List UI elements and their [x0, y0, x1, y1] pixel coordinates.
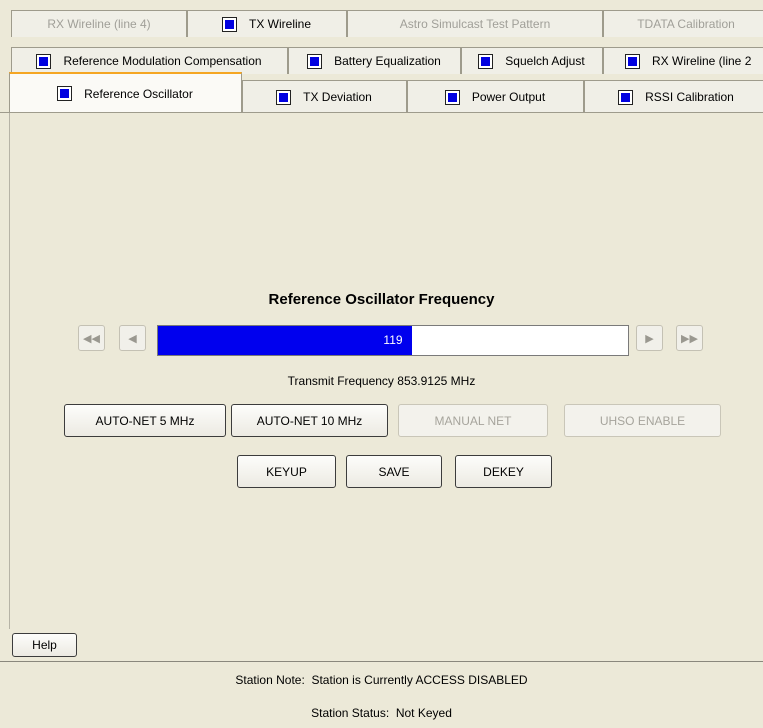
tab-rx-wireline-line-4[interactable]: RX Wireline (line 4) [11, 10, 187, 37]
tab-label: RSSI Calibration [645, 90, 734, 104]
tab-indicator-icon [478, 53, 494, 69]
tab-row-3: Reference Oscillator TX Deviation Power … [0, 72, 763, 113]
station-status-value: Not Keyed [395, 706, 452, 720]
tab-tdata-calibration[interactable]: TDATA Calibration [603, 10, 763, 37]
tab-tx-deviation[interactable]: TX Deviation [242, 80, 407, 113]
right-arrow-icon: ▶ [645, 332, 654, 345]
tab-tx-wireline[interactable]: TX Wireline [187, 10, 347, 37]
tab-squelch-adjust[interactable]: Squelch Adjust [461, 47, 603, 74]
auto-net-5mhz-button[interactable]: AUTO-NET 5 MHz [64, 404, 226, 437]
manual-net-button[interactable]: MANUAL NET [398, 404, 548, 437]
tab-label: Squelch Adjust [505, 54, 585, 68]
uhso-enable-button[interactable]: UHSO ENABLE [564, 404, 721, 437]
tab-indicator-icon [618, 89, 634, 105]
tab-reference-modulation-compensation[interactable]: Reference Modulation Compensation [11, 47, 288, 74]
tab-label: TX Wireline [248, 17, 311, 31]
tab-indicator-icon [57, 86, 73, 101]
double-left-arrow-icon: ◀◀ [83, 332, 100, 345]
increment-fast-button[interactable]: ▶▶ [676, 325, 703, 351]
station-status: Station Status: Not Keyed [0, 706, 763, 720]
tab-label: Power Output [471, 90, 546, 104]
tab-label: Reference Oscillator [84, 86, 193, 101]
tab-label: TDATA Calibration [637, 17, 735, 31]
tab-indicator-icon [36, 53, 52, 69]
station-status-label: Station Status: [311, 706, 390, 720]
tab-rx-wireline-line-2[interactable]: RX Wireline (line 2 [603, 47, 763, 74]
decrement-fast-button[interactable]: ◀◀ [78, 325, 105, 351]
tab-label: RX Wireline (line 4) [47, 17, 151, 31]
tab-label: TX Deviation [303, 90, 372, 104]
dekey-button[interactable]: DEKEY [455, 455, 552, 488]
tab-row-1: RX Wireline (line 4) TX Wireline Astro S… [0, 10, 763, 37]
tab-power-output[interactable]: Power Output [407, 80, 584, 113]
tab-rssi-calibration[interactable]: RSSI Calibration [584, 80, 763, 113]
frequency-slider[interactable]: 119 [157, 325, 629, 356]
station-note-value: Station is Currently ACCESS DISABLED [311, 673, 528, 687]
reference-oscillator-panel [9, 113, 763, 629]
double-right-arrow-icon: ▶▶ [681, 332, 698, 345]
left-arrow-icon: ◀ [128, 332, 137, 345]
status-divider [0, 661, 763, 662]
transmit-frequency-label: Transmit Frequency [287, 374, 394, 388]
tab-label: Battery Equalization [334, 54, 441, 68]
transmit-frequency-value: 853.9125 MHz [397, 374, 476, 388]
tab-label: Astro Simulcast Test Pattern [399, 17, 551, 31]
tab-label: Reference Modulation Compensation [63, 54, 262, 68]
tab-indicator-icon [444, 89, 460, 105]
tab-label: RX Wireline (line 2 [652, 54, 752, 68]
station-note: Station Note: Station is Currently ACCES… [0, 673, 763, 687]
slider-value: 119 [383, 333, 403, 347]
station-note-label: Station Note: [235, 673, 305, 687]
increment-button[interactable]: ▶ [636, 325, 663, 351]
help-button[interactable]: Help [12, 633, 77, 657]
tab-indicator-icon [625, 53, 640, 69]
tab-reference-oscillator[interactable]: Reference Oscillator [9, 72, 242, 113]
save-button[interactable]: SAVE [346, 455, 442, 488]
decrement-button[interactable]: ◀ [119, 325, 146, 351]
tab-row-2: Reference Modulation Compensation Batter… [0, 47, 763, 74]
tab-astro-simulcast-test-pattern[interactable]: Astro Simulcast Test Pattern [347, 10, 603, 37]
auto-net-10mhz-button[interactable]: AUTO-NET 10 MHz [231, 404, 388, 437]
tab-battery-equalization[interactable]: Battery Equalization [288, 47, 461, 74]
panel-title: Reference Oscillator Frequency [268, 291, 495, 308]
transmit-frequency-readout: Transmit Frequency 853.9125 MHz [0, 374, 763, 388]
tab-indicator-icon [221, 16, 237, 32]
tab-indicator-icon [276, 89, 292, 105]
tab-indicator-icon [307, 53, 323, 69]
keyup-button[interactable]: KEYUP [237, 455, 336, 488]
